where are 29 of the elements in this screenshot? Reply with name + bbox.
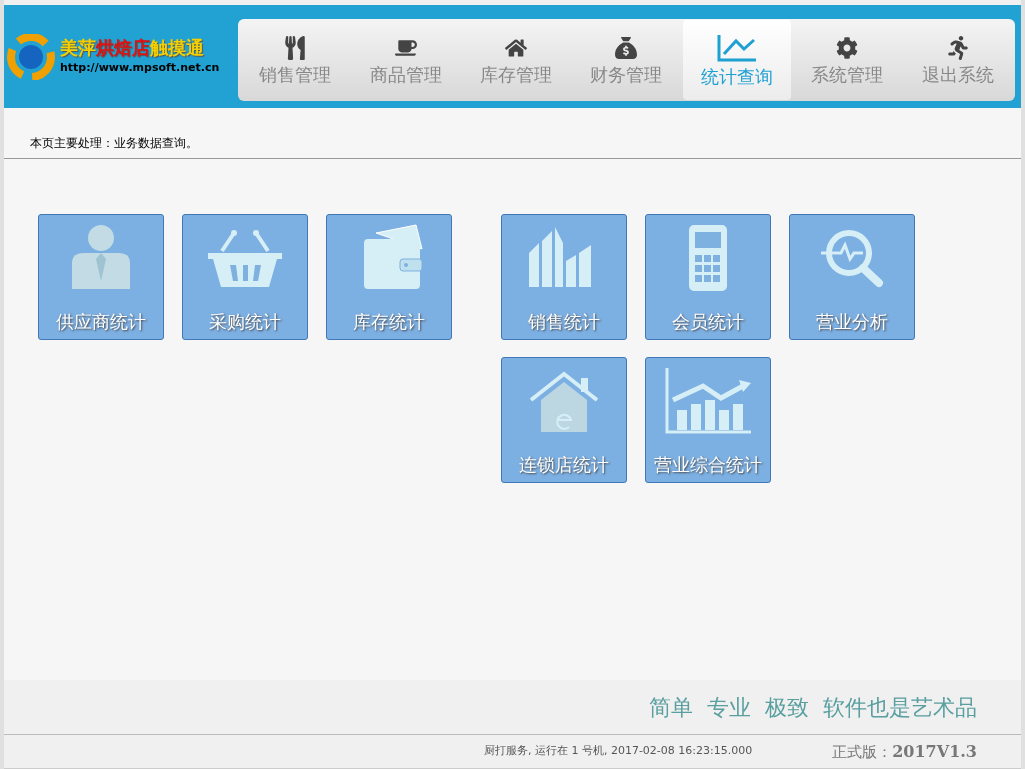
nav-tab[interactable]: 库存管理 — [462, 19, 571, 100]
slogan: 简单 专业 极致 软件也是艺术品 — [649, 693, 977, 722]
status-text: 厨打服务, 运行在 1 号机, 2017-02-08 16:23:15.000 — [483, 743, 753, 760]
trend-chart-icon — [663, 366, 753, 436]
report-tile[interactable]: 营业综合统计 — [645, 357, 771, 483]
report-tile[interactable]: 供应商统计 — [38, 214, 164, 340]
gear-icon — [836, 35, 859, 60]
version-label: 正式版： — [832, 741, 893, 763]
nav-tab[interactable]: 财务管理 — [572, 19, 681, 100]
report-tile[interactable]: 连锁店统计 — [501, 357, 627, 483]
report-tile[interactable]: 采购统计 — [182, 214, 308, 340]
line-chart-icon — [716, 33, 757, 62]
nav-tab[interactable]: 系统管理 — [793, 19, 902, 100]
nav-tab[interactable]: 销售管理 — [241, 19, 350, 100]
nav-tab[interactable]: 退出系统 — [903, 19, 1012, 100]
fork-knife-icon — [284, 35, 307, 60]
report-tile[interactable]: 会员统计 — [645, 214, 771, 340]
money-bag-icon — [615, 35, 638, 60]
page-note: 本页主要处理：业务数据查询。 — [30, 136, 198, 150]
running-person-icon — [946, 35, 969, 60]
nav-tab[interactable]: 统计查询 — [682, 19, 791, 100]
report-tile[interactable]: 营业分析 — [789, 214, 915, 340]
report-tile[interactable]: 库存统计 — [326, 214, 452, 340]
version-number: 2017V1.3 — [892, 740, 977, 763]
logo-url: http://www.mpsoft.net.cn — [60, 59, 220, 76]
logo-icon — [6, 33, 56, 80]
logo-title: 美萍烘焙店触摸通 — [60, 37, 205, 60]
nav-tab[interactable]: 商品管理 — [351, 19, 460, 100]
report-tile[interactable]: 销售统计 — [501, 214, 627, 340]
